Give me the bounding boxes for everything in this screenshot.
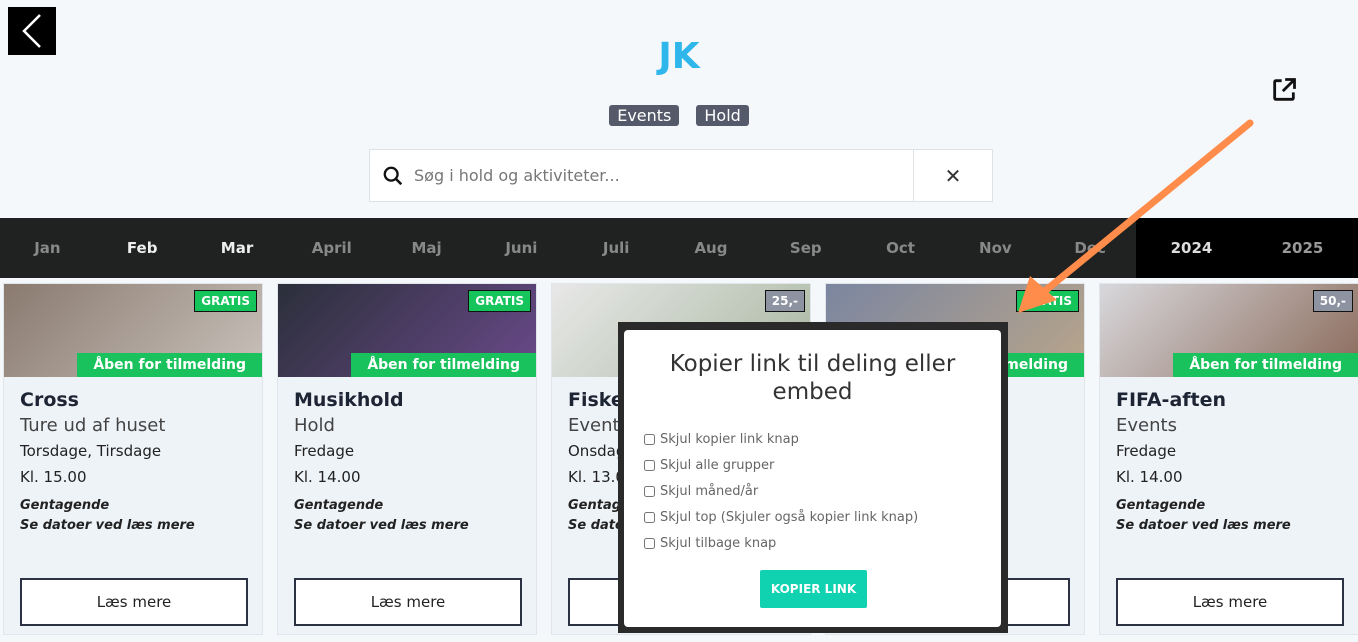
status-badge: Åben for tilmelding xyxy=(1173,353,1358,377)
read-more-button[interactable]: Læs mere xyxy=(1116,578,1344,626)
modal-title: Kopier link til deling eller embed xyxy=(669,351,956,405)
copy-link-button[interactable]: KOPIER LINK xyxy=(760,570,867,608)
month-nov[interactable]: Nov xyxy=(948,218,1043,278)
share-modal: Kopier link til deling eller embed Skjul… xyxy=(624,330,1001,627)
modal-option[interactable]: Skjul top (Skjuler også kopier link knap… xyxy=(644,504,1001,530)
modal-option[interactable]: Skjul tilbage knap xyxy=(644,530,1001,556)
modal-option[interactable]: Skjul kopier link knap xyxy=(644,426,1001,452)
card-body: Cross Ture ud af huset Torsdage, Tirsdage K… xyxy=(4,377,262,548)
price-badge: GRATIS xyxy=(1016,290,1079,312)
event-type: Events xyxy=(1116,415,1177,436)
year-2025[interactable]: 2025 xyxy=(1247,218,1358,278)
read-more-button[interactable]: Læs mere xyxy=(20,578,248,626)
recurring-label: Gentagende xyxy=(1116,498,1206,513)
option-checkbox[interactable] xyxy=(644,485,655,497)
event-time: Kl. 15.00 xyxy=(20,468,87,486)
event-days: Fredage xyxy=(294,442,355,460)
recurrence-info: Gentagende Se datoer ved læs mere xyxy=(20,496,246,536)
dates-note: Se datoer ved læs mere xyxy=(20,518,195,533)
clear-search-button[interactable]: ✕ xyxy=(913,150,992,201)
share-link-button[interactable] xyxy=(1270,76,1298,108)
event-card: GRATIS Åben for tilmelding Musikhold Hold Fr… xyxy=(277,283,537,635)
option-checkbox[interactable] xyxy=(644,537,655,549)
event-card: 50,- Åben for tilmelding FIFA-aften Events F… xyxy=(1099,283,1358,635)
month-jan[interactable]: Jan xyxy=(0,218,95,278)
search-icon xyxy=(383,166,403,185)
recurring-label: Gentagende xyxy=(294,498,384,513)
option-label: Skjul kopier link knap xyxy=(660,431,799,447)
year-bar: 2024 2025 xyxy=(1136,218,1358,278)
share-modal-overlay: Kopier link til deling eller embed Skjul… xyxy=(618,322,1008,633)
recurring-label: Gentagende xyxy=(20,498,110,513)
month-sep[interactable]: Sep xyxy=(758,218,853,278)
tag-events[interactable]: Events xyxy=(609,105,680,126)
event-type: Hold xyxy=(294,415,335,436)
search-bar: ✕ xyxy=(369,149,993,202)
event-days: Fredage xyxy=(1116,442,1177,460)
event-time: Kl. 14.00 xyxy=(1116,468,1183,486)
recurrence-info: Gentagende Se datoer ved læs mere xyxy=(294,496,520,536)
card-body: FIFA-aften Events Fredage Kl. 14.00 Gentagen… xyxy=(1100,377,1358,548)
price-badge: 25,- xyxy=(764,290,805,312)
month-mar[interactable]: Mar xyxy=(190,218,285,278)
status-badge: Åben for tilmelding xyxy=(77,353,262,377)
option-checkbox[interactable] xyxy=(644,433,655,445)
price-badge: GRATIS xyxy=(194,290,257,312)
card-body: Musikhold Hold Fredage Kl. 14.00 Gentagende S… xyxy=(278,377,536,548)
option-label: Skjul alle grupper xyxy=(660,457,775,473)
month-april[interactable]: April xyxy=(284,218,379,278)
event-title: FIFA-aften xyxy=(1116,389,1227,411)
event-type: Ture ud af huset xyxy=(20,415,166,436)
month-juli[interactable]: Juli xyxy=(569,218,664,278)
option-label: Skjul top (Skjuler også kopier link knap… xyxy=(660,509,919,525)
month-oct[interactable]: Oct xyxy=(853,218,948,278)
option-checkbox[interactable] xyxy=(644,459,655,471)
price-badge: GRATIS xyxy=(468,290,531,312)
dates-note: Se datoer ved læs mere xyxy=(294,518,469,533)
event-image[interactable]: GRATIS Åben for tilmelding xyxy=(4,284,262,377)
event-image[interactable]: GRATIS Åben for tilmelding xyxy=(278,284,536,377)
option-checkbox[interactable] xyxy=(644,511,655,523)
close-icon: ✕ xyxy=(944,163,962,188)
event-title: Cross xyxy=(20,389,79,411)
page-title: JK xyxy=(658,36,700,77)
event-time: Kl. 14.00 xyxy=(294,468,361,486)
status-badge: Åben for tilmelding xyxy=(351,353,536,377)
event-image[interactable]: 50,- Åben for tilmelding xyxy=(1100,284,1358,377)
search-input[interactable] xyxy=(414,166,894,185)
tag-hold[interactable]: Hold xyxy=(696,105,749,126)
event-days: Torsdage, Tirsdage xyxy=(20,442,162,460)
event-title: Musikhold xyxy=(294,389,404,411)
month-aug[interactable]: Aug xyxy=(664,218,759,278)
recurrence-info: Gentagende Se datoer ved læs mere xyxy=(1116,496,1342,536)
price-badge: 50,- xyxy=(1312,290,1353,312)
option-label: Skjul måned/år xyxy=(660,483,759,499)
modal-option[interactable]: Skjul måned/år xyxy=(644,478,1001,504)
month-maj[interactable]: Maj xyxy=(379,218,474,278)
modal-option[interactable]: Skjul alle grupper xyxy=(644,452,1001,478)
event-card: GRATIS Åben for tilmelding Cross Ture ud af… xyxy=(3,283,263,635)
year-2024[interactable]: 2024 xyxy=(1136,218,1247,278)
option-label: Skjul tilbage knap xyxy=(660,535,777,551)
external-link-icon xyxy=(1273,78,1296,101)
month-juni[interactable]: Juni xyxy=(474,218,569,278)
month-dec[interactable]: Dec xyxy=(1043,218,1138,278)
dates-note: Se datoer ved læs mere xyxy=(1116,518,1291,533)
read-more-button[interactable]: Læs mere xyxy=(294,578,522,626)
month-feb[interactable]: Feb xyxy=(95,218,190,278)
